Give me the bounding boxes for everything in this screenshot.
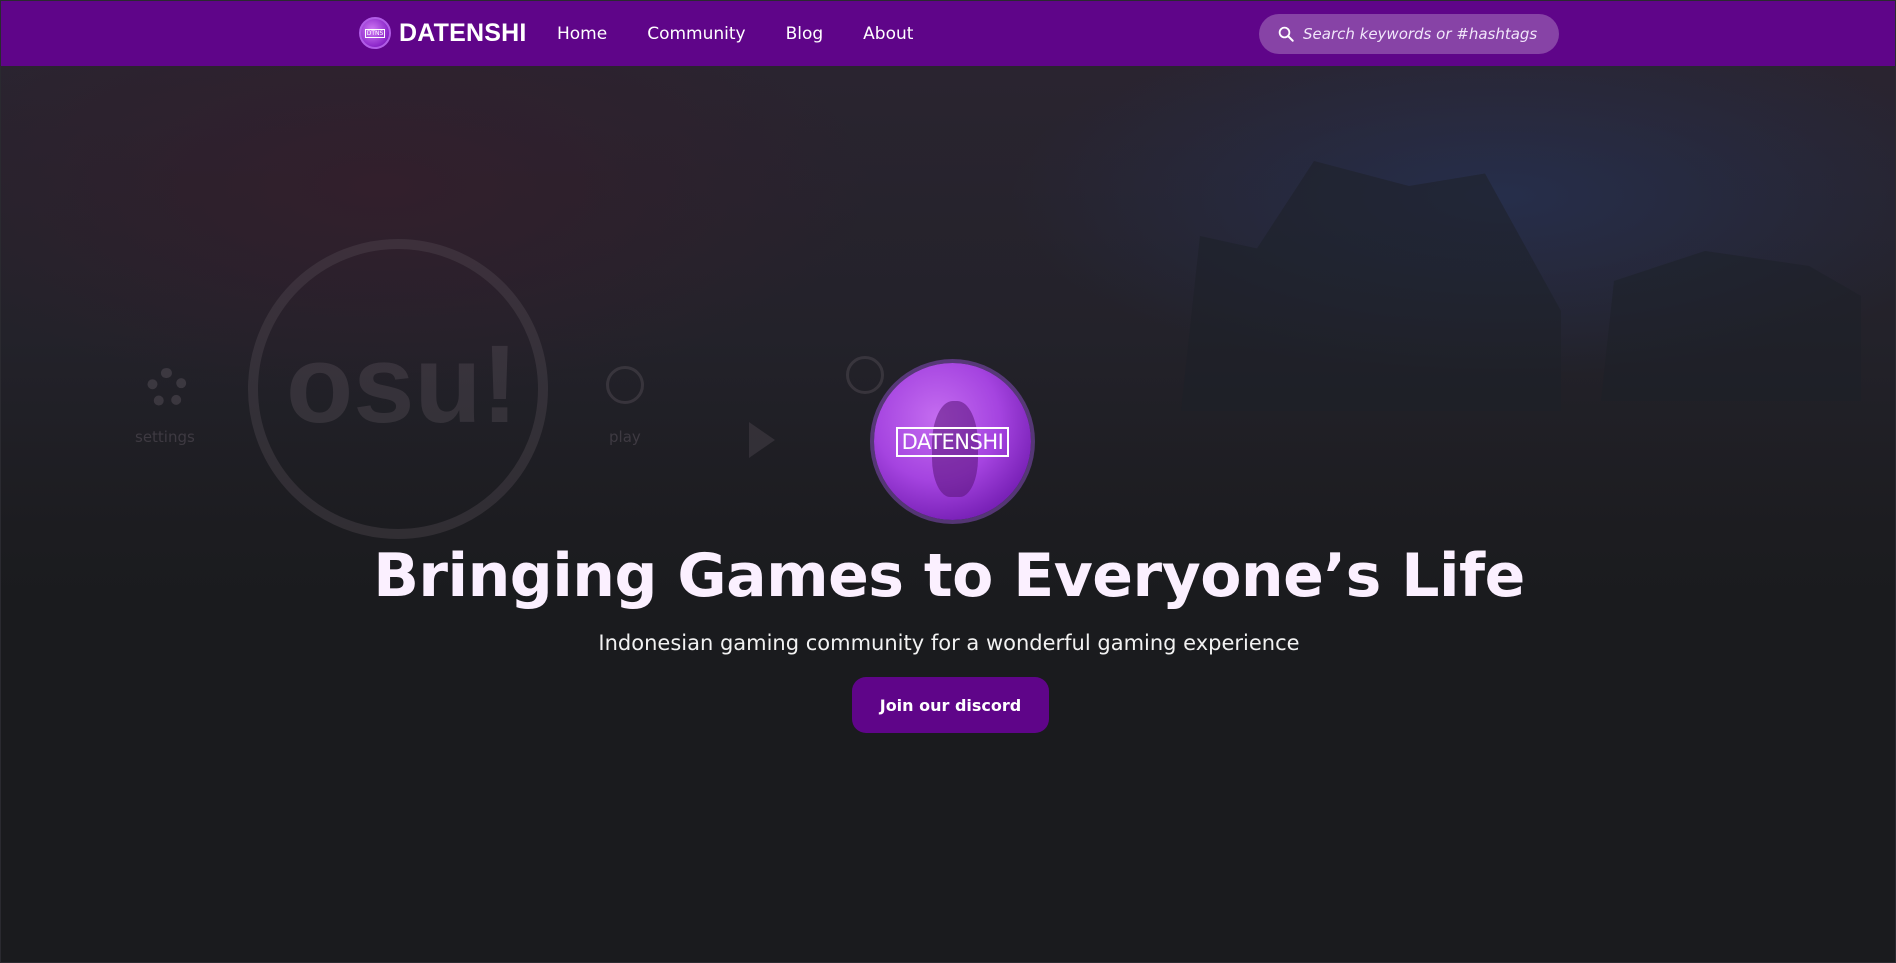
navbar: DTNS DATENSHI Home Community Blog About (1, 1, 1895, 66)
brand-home-link[interactable]: DTNS DATENSHI (359, 17, 527, 49)
bg-arrow-icon (749, 422, 775, 458)
nav-link-home[interactable]: Home (557, 24, 607, 44)
search-icon (1278, 26, 1294, 42)
nav-links: Home Community Blog About (557, 1, 913, 66)
bg-settings-label: settings (135, 428, 195, 446)
hero-datenshi-logo: DATENSHI (874, 363, 1031, 520)
bg-osu-logo: osu! (286, 323, 519, 446)
nav-link-blog[interactable]: Blog (786, 24, 824, 44)
hero-title: Bringing Games to Everyone’s Life (373, 541, 1525, 611)
search-input[interactable] (1303, 25, 1543, 43)
brand-logo-text: DTNS (364, 28, 386, 38)
search-bar[interactable] (1259, 14, 1559, 54)
join-discord-button[interactable]: Join our discord (852, 677, 1049, 733)
bg-gear-icon (147, 368, 187, 408)
bg-ruins-left (1181, 161, 1561, 411)
brand-name: DATENSHI (399, 18, 527, 47)
bg-edit-icon (846, 356, 884, 394)
bg-play-label: play (609, 428, 641, 446)
hero-logo-text: DATENSHI (895, 426, 1010, 457)
bg-play-icon (606, 366, 644, 404)
bg-ruins-right (1601, 251, 1861, 401)
nav-link-community[interactable]: Community (647, 24, 745, 44)
hero-subtitle: Indonesian gaming community for a wonder… (598, 631, 1300, 655)
datenshi-logo-icon: DTNS (359, 17, 391, 49)
nav-link-about[interactable]: About (863, 24, 913, 44)
page: osu! settings play DTNS DATENSHI Home Co… (0, 0, 1896, 963)
